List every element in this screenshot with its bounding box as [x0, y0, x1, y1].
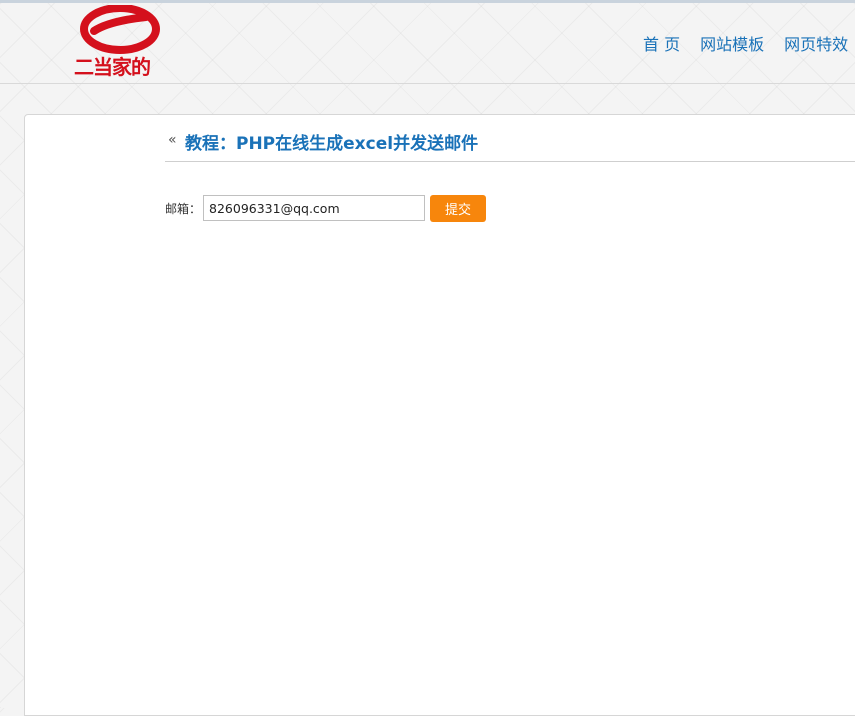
email-form: 邮箱： 提交 [165, 193, 487, 223]
email-label: 邮箱： [165, 201, 202, 216]
nav-home-link[interactable]: 首 页 [643, 35, 680, 55]
site-logo[interactable]: 二当家的 [74, 5, 166, 81]
title-row: « 教程：PHP在线生成excel并发送邮件 [165, 129, 855, 162]
content-panel: « 教程：PHP在线生成excel并发送邮件 邮箱： 提交 [24, 114, 855, 716]
site-header: 二当家的 首 页 网站模板 网页特效 [0, 3, 855, 84]
logo-e-icon [80, 5, 160, 54]
email-input[interactable] [203, 195, 426, 221]
logo-text: 二当家的 [74, 55, 151, 79]
main-nav: 首 页 网站模板 网页特效 [643, 35, 848, 55]
nav-effects-link[interactable]: 网页特效 [784, 35, 848, 55]
double-chevron-left-icon[interactable]: « [168, 132, 177, 148]
nav-templates-link[interactable]: 网站模板 [700, 35, 764, 55]
page-title: 教程：PHP在线生成excel并发送邮件 [185, 134, 479, 154]
submit-button[interactable]: 提交 [430, 194, 487, 222]
